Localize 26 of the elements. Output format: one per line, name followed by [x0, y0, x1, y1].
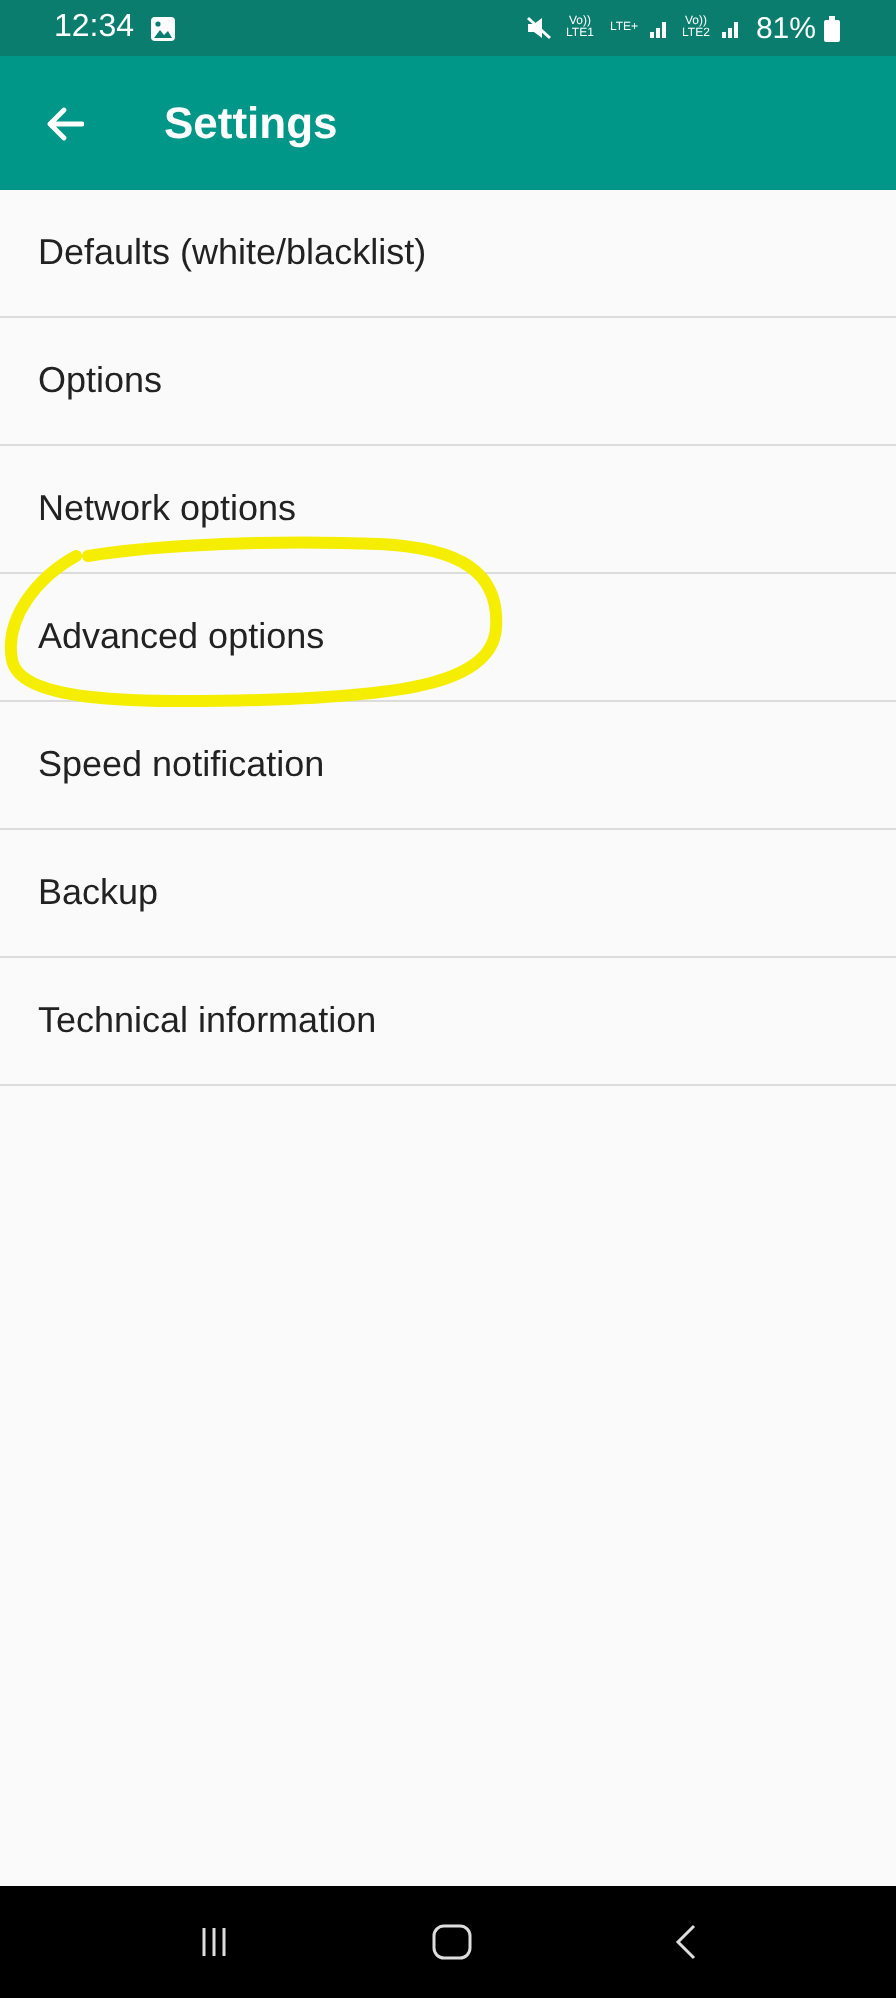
back-icon[interactable]: [674, 1924, 699, 1960]
battery-icon: [824, 15, 840, 41]
back-arrow-icon[interactable]: [44, 105, 84, 141]
signal-icon: [721, 18, 742, 38]
home-icon[interactable]: [431, 1924, 472, 1960]
settings-item[interactable]: Defaults (white/blacklist): [0, 190, 896, 318]
signal-icon: [649, 18, 670, 38]
settings-item-label: Technical information: [38, 1000, 377, 1042]
settings-item-label: Advanced options: [38, 616, 325, 658]
mute-icon: [525, 16, 554, 40]
recent-apps-icon[interactable]: [197, 1926, 230, 1958]
settings-item-label: Network options: [38, 488, 297, 530]
settings-item-label: Backup: [38, 872, 159, 914]
settings-item-label: Speed notification: [38, 744, 325, 786]
status-time: 12:34: [54, 10, 135, 46]
screen-title: Settings: [164, 97, 338, 149]
settings-item[interactable]: Speed notification: [0, 702, 896, 830]
settings-item-label: Defaults (white/blacklist): [38, 232, 427, 274]
battery-level: 81%: [755, 11, 816, 45]
image-icon: [150, 15, 177, 41]
settings-item[interactable]: Technical information: [0, 958, 896, 1086]
settings-item[interactable]: Advanced options: [0, 574, 896, 702]
settings-item[interactable]: Network options: [0, 446, 896, 574]
settings-item-label: Options: [38, 360, 163, 402]
settings-item[interactable]: Options: [0, 318, 896, 446]
settings-item[interactable]: Backup: [0, 830, 896, 958]
